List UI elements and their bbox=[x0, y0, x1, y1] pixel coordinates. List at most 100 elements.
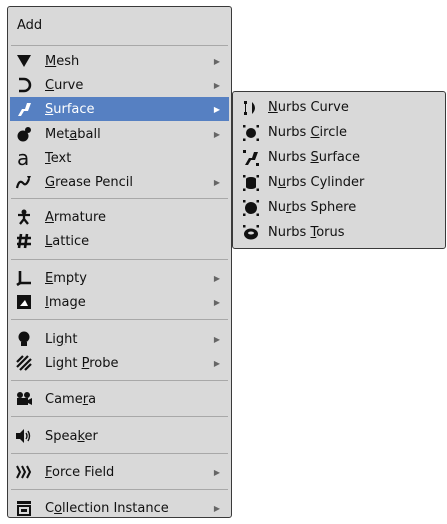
label-rest: esh bbox=[56, 53, 80, 69]
speaker-icon bbox=[15, 427, 33, 445]
force-field-icon bbox=[15, 463, 33, 481]
add-menu: Add Mesh ▶ Curve ▶ Surface ▶ Metaball ▶ … bbox=[7, 6, 232, 518]
separator bbox=[11, 319, 228, 320]
label-pre: C bbox=[45, 500, 55, 516]
label-rest: orce Field bbox=[52, 464, 115, 480]
label-rest: er bbox=[84, 428, 98, 444]
submenu-arrow-icon: ▶ bbox=[213, 273, 221, 283]
label-rest: ball bbox=[77, 126, 101, 142]
surface-submenu: Nurbs Curve Nurbs Circle Nurbs Surface N… bbox=[232, 91, 446, 249]
separator bbox=[11, 259, 228, 260]
menu-item-mesh[interactable]: Mesh ▶ bbox=[10, 49, 229, 73]
label-pre: Nurbs bbox=[268, 150, 311, 165]
label-accel: N bbox=[268, 100, 278, 115]
menu-item-armature[interactable]: Armature bbox=[10, 205, 229, 229]
menu-item-light-probe[interactable]: Light Probe ▶ bbox=[10, 351, 229, 375]
label-accel: C bbox=[310, 125, 320, 140]
label-accel: S bbox=[310, 150, 319, 165]
submenu-item-nurbs-cylinder[interactable]: Nurbs Cylinder bbox=[233, 170, 445, 195]
text-icon: a bbox=[15, 149, 33, 167]
light-probe-icon bbox=[15, 354, 33, 372]
label-rest: ht bbox=[64, 331, 78, 347]
label-rest: llection Instance bbox=[62, 500, 169, 516]
label-accel: F bbox=[45, 464, 53, 480]
submenu-arrow-icon: ▶ bbox=[213, 104, 221, 114]
label-pre: N bbox=[268, 175, 278, 190]
label-rest: rbs Cylinder bbox=[285, 175, 365, 190]
label-rest: bs Sphere bbox=[291, 200, 357, 215]
nurbs-surface-icon bbox=[242, 149, 260, 167]
svg-text:a: a bbox=[17, 149, 29, 167]
menu-item-force-field[interactable]: Force Field ▶ bbox=[10, 460, 229, 484]
separator bbox=[11, 416, 228, 417]
submenu-arrow-icon: ▶ bbox=[213, 467, 221, 477]
label-pre: Nurbs bbox=[268, 125, 311, 140]
nurbs-cylinder-icon bbox=[242, 174, 260, 192]
label-rest: mage bbox=[48, 294, 86, 310]
label-accel: g bbox=[55, 331, 65, 347]
submenu-arrow-icon: ▶ bbox=[213, 503, 221, 513]
label-rest: mpty bbox=[53, 270, 87, 286]
label-pre: Spea bbox=[45, 428, 78, 444]
label-rest: urface bbox=[318, 150, 361, 165]
mesh-icon bbox=[15, 52, 33, 70]
submenu-arrow-icon: ▶ bbox=[213, 358, 221, 368]
label-accel: k bbox=[77, 428, 85, 444]
label-accel: A bbox=[45, 209, 54, 225]
label-rest: orus bbox=[316, 225, 345, 240]
submenu-arrow-icon: ▶ bbox=[213, 80, 221, 90]
separator bbox=[11, 198, 228, 199]
submenu-item-nurbs-curve[interactable]: Nurbs Curve bbox=[233, 95, 445, 120]
metaball-icon bbox=[15, 125, 33, 143]
menu-item-light[interactable]: Light ▶ bbox=[10, 327, 229, 351]
label-accel: G bbox=[45, 174, 56, 190]
label-rest: rease Pencil bbox=[55, 174, 133, 190]
menu-item-curve[interactable]: Curve ▶ bbox=[10, 73, 229, 97]
label-accel: E bbox=[45, 270, 54, 286]
menu-item-text[interactable]: a Text bbox=[10, 146, 229, 170]
menu-item-surface[interactable]: Surface ▶ bbox=[10, 97, 229, 121]
menu-item-lattice[interactable]: Lattice bbox=[10, 229, 229, 253]
submenu-item-nurbs-surface[interactable]: Nurbs Surface bbox=[233, 145, 445, 170]
nurbs-circle-icon bbox=[242, 124, 260, 142]
menu-item-grease-pencil[interactable]: Grease Pencil ▶ bbox=[10, 170, 229, 194]
empty-icon bbox=[15, 269, 33, 287]
label-rest: urface bbox=[53, 101, 95, 117]
label-rest: urbs Curve bbox=[277, 100, 349, 115]
menu-item-empty[interactable]: Empty ▶ bbox=[10, 266, 229, 290]
label-rest: ircle bbox=[319, 125, 347, 140]
light-icon bbox=[15, 330, 33, 348]
label-accel: C bbox=[45, 77, 55, 93]
armature-icon bbox=[15, 208, 33, 226]
submenu-item-nurbs-sphere[interactable]: Nurbs Sphere bbox=[233, 195, 445, 220]
menu-item-camera[interactable]: Camera bbox=[10, 387, 229, 411]
menu-item-image[interactable]: Image ▶ bbox=[10, 290, 229, 314]
nurbs-torus-icon bbox=[242, 224, 260, 242]
menu-item-speaker[interactable]: Speaker bbox=[10, 424, 229, 448]
separator bbox=[11, 45, 228, 46]
nurbs-curve-icon bbox=[242, 99, 260, 117]
label-pre: Nurbs bbox=[268, 225, 311, 240]
menu-item-collection-instance[interactable]: Collection Instance ▶ bbox=[10, 496, 229, 520]
separator bbox=[11, 453, 228, 454]
label-rest: ext bbox=[50, 150, 72, 166]
label-rest: attice bbox=[52, 233, 90, 249]
menu-title: Add bbox=[17, 18, 43, 33]
label-accel: M bbox=[45, 53, 57, 69]
curve-icon bbox=[15, 76, 33, 94]
label-accel: u bbox=[277, 175, 286, 190]
submenu-arrow-icon: ▶ bbox=[213, 334, 221, 344]
image-icon bbox=[15, 293, 33, 311]
separator bbox=[11, 489, 228, 490]
collection-instance-icon bbox=[15, 499, 33, 517]
camera-icon bbox=[15, 390, 33, 408]
label-rest: rmature bbox=[53, 209, 107, 225]
submenu-item-nurbs-circle[interactable]: Nurbs Circle bbox=[233, 120, 445, 145]
submenu-item-nurbs-torus[interactable]: Nurbs Torus bbox=[233, 220, 445, 245]
lattice-icon bbox=[15, 232, 33, 250]
label-rest: robe bbox=[89, 355, 119, 371]
menu-item-metaball[interactable]: Metaball ▶ bbox=[10, 122, 229, 146]
label-pre: Came bbox=[45, 391, 83, 407]
label-pre: Li bbox=[45, 331, 56, 347]
surface-icon bbox=[15, 100, 33, 118]
